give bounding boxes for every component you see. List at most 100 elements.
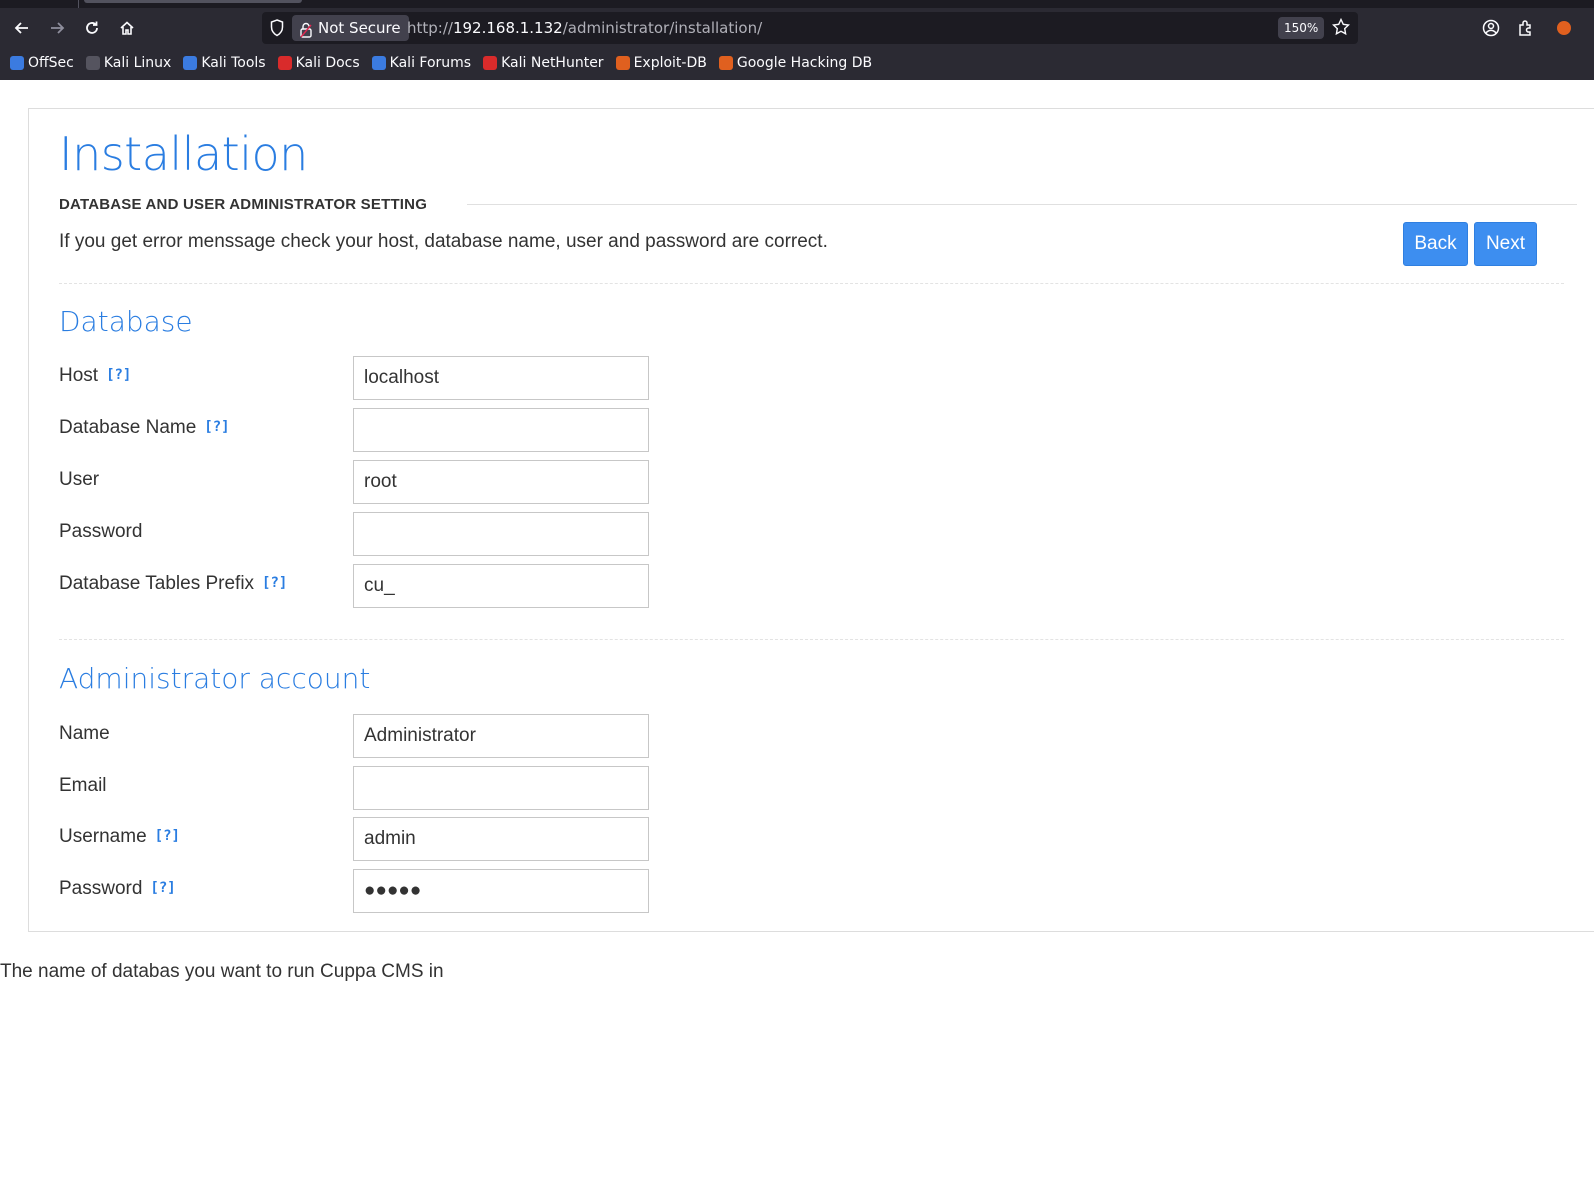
field-label-text: Email (59, 775, 107, 796)
tab-separator (78, 0, 79, 8)
bookmark-kali-linux[interactable]: Kali Linux (85, 55, 172, 71)
bookmark-label: Kali Forums (389, 55, 472, 71)
help-icon[interactable]: [?] (155, 828, 180, 844)
bookmark-google-hacking-db[interactable]: Google Hacking DB (718, 55, 873, 71)
bookmark-label: Exploit-DB (633, 55, 707, 71)
field-label-text: Password (59, 878, 143, 899)
admin-password-input[interactable]: ●●●●● (353, 869, 649, 913)
bookmark-exploit-db[interactable]: Exploit-DB (615, 55, 707, 71)
db-user-row: User root (59, 460, 659, 504)
kali-tools-icon (183, 56, 198, 70)
help-icon[interactable]: [?] (204, 419, 229, 435)
field-label-text: Database Tables Prefix (59, 573, 255, 594)
dotted-divider (59, 283, 1564, 284)
db-password-input[interactable] (353, 512, 649, 556)
url-text[interactable]: http://192.168.1.132/administrator/insta… (407, 12, 762, 44)
help-tooltip-text: The name of databas you want to run Cupp… (0, 961, 444, 982)
tab-strip (0, 0, 1594, 8)
admin-name-label: Name (59, 723, 110, 745)
url-scheme: http:// (407, 19, 453, 37)
back-arrow-icon[interactable] (8, 14, 36, 42)
admin-email-label: Email (59, 775, 107, 797)
broken-lock-icon (300, 20, 312, 46)
section-label: DATABASE AND USER ADMINISTRATOR SETTING (59, 196, 428, 213)
bookmark-kali-forums[interactable]: Kali Forums (371, 55, 472, 71)
forward-arrow-icon[interactable] (43, 14, 71, 42)
db-user-input[interactable]: root (353, 460, 649, 504)
not-secure-label: Not Secure (318, 19, 401, 37)
field-label-text: Database Name (59, 417, 197, 438)
admin-username-row: Username [?] admin (59, 817, 659, 861)
offsec-icon (10, 56, 24, 70)
extension-badge-icon[interactable] (1550, 14, 1578, 42)
help-icon[interactable]: [?] (106, 367, 131, 383)
kali-nethunter-icon (483, 56, 498, 70)
google-hacking-db-icon (718, 56, 733, 70)
installation-panel: Installation DATABASE AND USER ADMINISTR… (28, 108, 1594, 932)
active-tab[interactable] (84, 0, 302, 3)
hint-text: If you get error menssage check your hos… (59, 231, 828, 252)
bookmark-label: OffSec (28, 55, 74, 71)
bookmark-offsec[interactable]: OffSec (10, 55, 74, 71)
bookmarks-toolbar: OffSec Kali Linux Kali Tools Kali Docs K… (0, 50, 1594, 76)
help-icon[interactable]: [?] (262, 575, 287, 591)
admin-email-row: Email (59, 766, 659, 810)
back-button[interactable]: Back (1403, 222, 1468, 266)
bookmark-star-icon[interactable] (1331, 17, 1351, 41)
kali-dragon-icon (85, 56, 100, 70)
bookmark-label: Google Hacking DB (736, 55, 873, 71)
admin-name-input[interactable]: Administrator (353, 714, 649, 758)
zoom-level-badge[interactable]: 150% (1278, 17, 1325, 39)
field-label-text: Name (59, 723, 110, 744)
host-input[interactable]: localhost (353, 356, 649, 400)
bookmark-label: Kali NetHunter (501, 55, 604, 71)
admin-username-input[interactable]: admin (353, 817, 649, 861)
page-title: Installation (59, 127, 308, 181)
database-section-title: Database (59, 305, 193, 338)
url-bar[interactable]: Not Secure http://192.168.1.132/administ… (262, 12, 1358, 44)
kali-forums-icon (371, 56, 386, 70)
host-row: Host [?] localhost (59, 356, 659, 400)
account-icon[interactable] (1477, 14, 1505, 42)
kali-docs-icon (277, 56, 292, 70)
home-icon[interactable] (113, 14, 141, 42)
db-user-label: User (59, 469, 99, 491)
database-name-label: Database Name [?] (59, 417, 230, 439)
url-host: 192.168.1.132 (452, 19, 563, 37)
db-password-label: Password (59, 521, 142, 543)
not-secure-indicator[interactable]: Not Secure (292, 15, 409, 41)
db-password-row: Password (59, 512, 659, 556)
url-path: /administrator/installation/ (562, 19, 763, 37)
admin-email-input[interactable] (353, 766, 649, 810)
extensions-icon[interactable] (1512, 14, 1540, 42)
navigation-toolbar: Not Secure http://192.168.1.132/administ… (0, 8, 1594, 48)
field-label-text: Username (59, 826, 147, 847)
host-label: Host [?] (59, 365, 131, 387)
help-icon[interactable]: [?] (150, 880, 175, 896)
database-name-row: Database Name [?] (59, 408, 659, 452)
field-label-text: Host (59, 365, 99, 386)
field-label-text: User (59, 469, 100, 490)
admin-name-row: Name Administrator (59, 714, 659, 758)
bookmark-label: Kali Tools (201, 55, 266, 71)
shield-icon[interactable] (270, 19, 284, 42)
next-button[interactable]: Next (1474, 222, 1537, 266)
reload-icon[interactable] (78, 14, 106, 42)
database-name-input[interactable] (353, 408, 649, 452)
table-prefix-row: Database Tables Prefix [?] cu_ (59, 564, 659, 608)
bookmark-kali-nethunter[interactable]: Kali NetHunter (483, 55, 604, 71)
admin-username-label: Username [?] (59, 826, 180, 848)
section-divider (467, 204, 1577, 205)
table-prefix-input[interactable]: cu_ (353, 564, 649, 608)
bookmark-kali-docs[interactable]: Kali Docs (277, 55, 360, 71)
exploit-db-icon (615, 56, 630, 70)
browser-chrome: Not Secure http://192.168.1.132/administ… (0, 0, 1594, 80)
dotted-divider (59, 639, 1564, 640)
admin-password-row: Password [?] ●●●●● (59, 869, 659, 913)
admin-password-label: Password [?] (59, 878, 176, 900)
field-label-text: Password (59, 521, 143, 542)
bookmark-label: Kali Docs (295, 55, 360, 71)
bookmark-kali-tools[interactable]: Kali Tools (183, 55, 266, 71)
table-prefix-label: Database Tables Prefix [?] (59, 573, 287, 595)
bookmark-label: Kali Linux (103, 55, 172, 71)
